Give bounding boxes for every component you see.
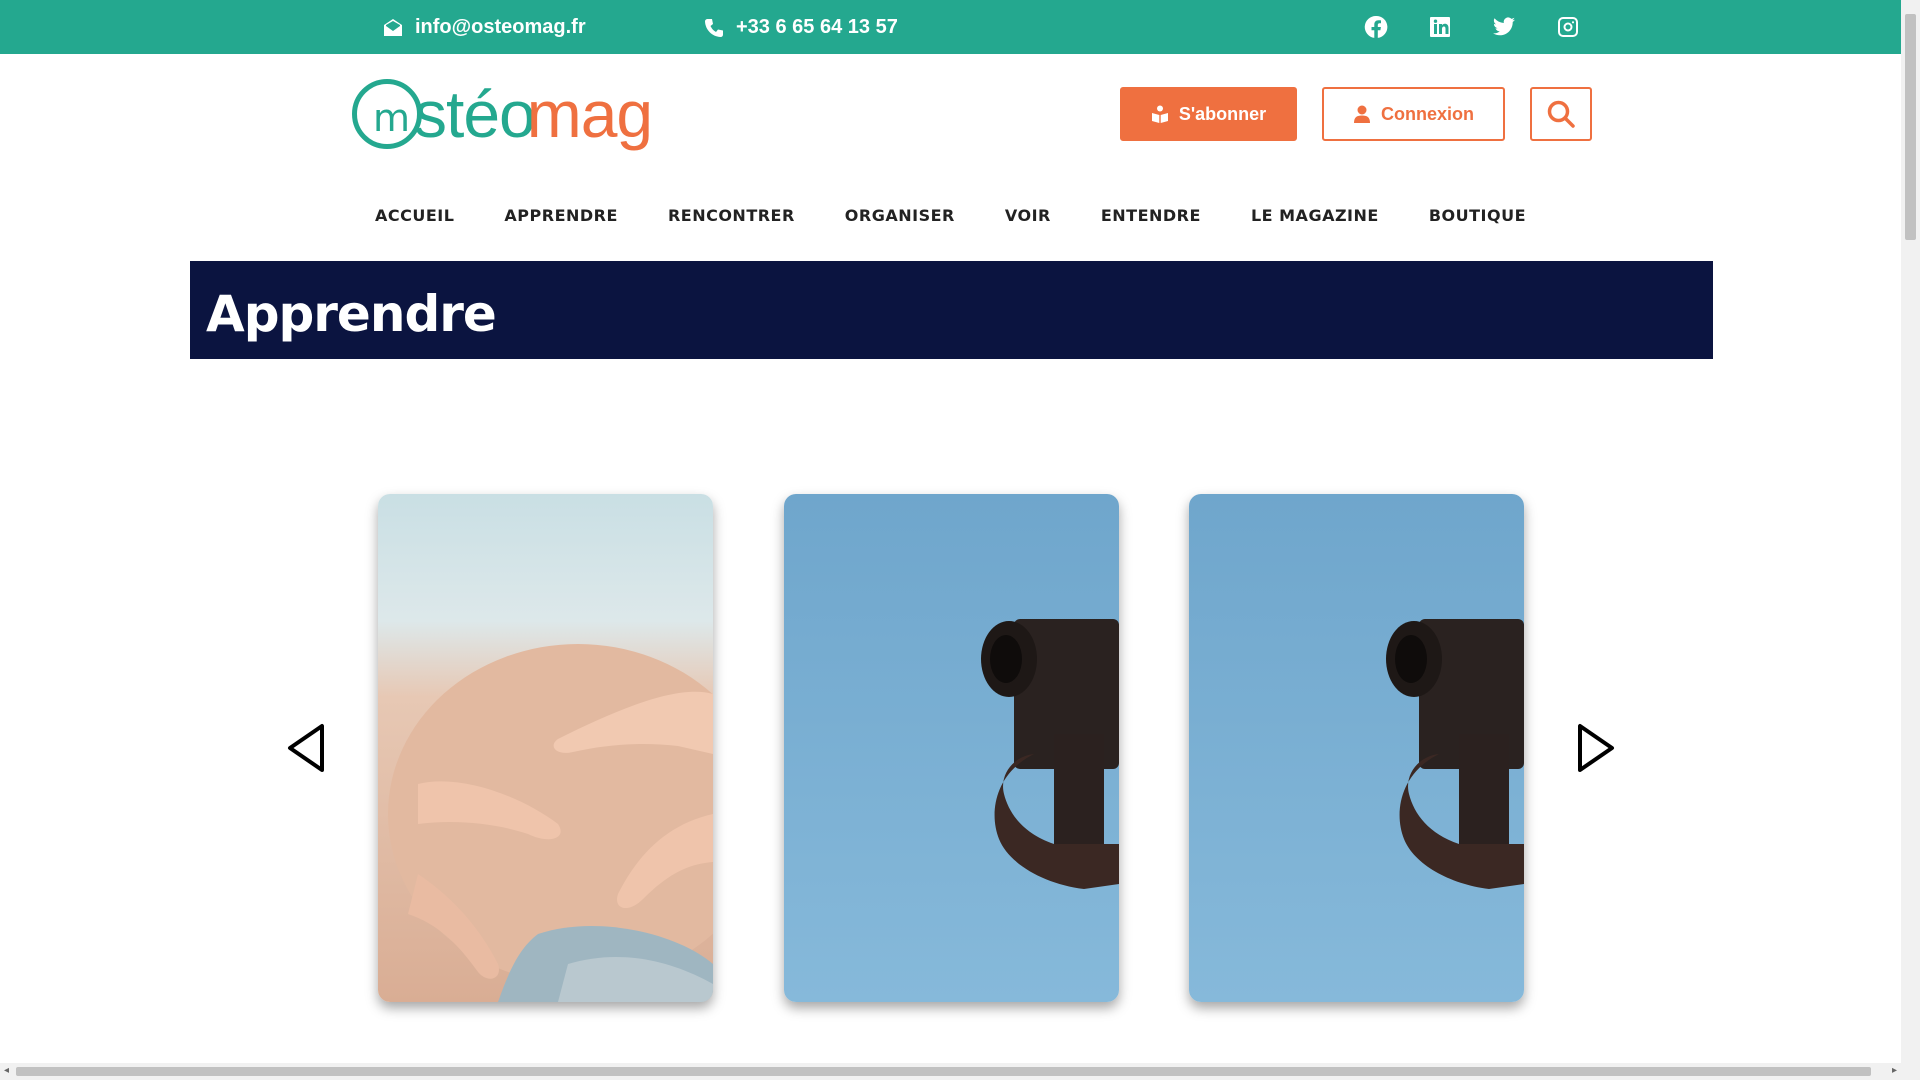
search-button[interactable] [1530,87,1592,141]
login-label: Connexion [1381,103,1474,124]
subscribe-button[interactable]: S'abonner [1120,87,1297,141]
linkedin-icon[interactable] [1428,15,1452,39]
vertical-scroll-thumb[interactable] [1905,14,1916,240]
book-icon [1151,105,1168,123]
carousel-next-button[interactable] [1574,722,1618,774]
instagram-icon[interactable] [1556,15,1580,39]
nav-item-apprendre[interactable]: APPRENDRE [504,206,618,225]
main-nav: ACCUEIL APPRENDRE RENCONTRER ORGANISER V… [0,206,1901,225]
nav-item-entendre[interactable]: ENTENDRE [1101,206,1201,225]
top-bar: info@osteomag.fr +33 6 65 64 13 57 [0,0,1901,54]
page-title-banner: Apprendre [190,261,1713,359]
user-icon [1354,105,1370,123]
carousel-card[interactable] [1189,494,1524,1002]
facebook-icon[interactable] [1364,15,1388,39]
nav-item-boutique[interactable]: BOUTIQUE [1429,206,1526,225]
triangle-left-icon [288,724,324,772]
triangle-right-icon [1578,724,1614,772]
site-logo[interactable]: m stéo mag [352,74,653,154]
search-icon [1547,100,1575,128]
carousel-prev-button[interactable] [284,722,328,774]
logo-text-part1: stéo [414,77,536,151]
nav-item-accueil[interactable]: ACCUEIL [375,206,454,225]
logo-mark: m [352,79,422,149]
carousel-card[interactable] [784,494,1119,1002]
carousel-card[interactable] [378,494,713,1002]
scroll-right-arrow-icon[interactable]: ▸ [1892,1065,1897,1076]
nav-item-organiser[interactable]: ORGANISER [845,206,955,225]
email-link[interactable]: info@osteomag.fr [383,16,586,39]
page-title: Apprendre [206,285,497,343]
phone-link[interactable]: +33 6 65 64 13 57 [704,16,898,39]
email-text: info@osteomag.fr [415,16,586,38]
phone-icon [705,18,723,37]
vertical-scrollbar[interactable] [1901,0,1920,1080]
massage-photo [378,494,713,1002]
nav-item-rencontrer[interactable]: RENCONTRER [668,206,795,225]
envelope-icon [384,18,402,36]
login-button[interactable]: Connexion [1322,87,1505,141]
camera-photo [1189,494,1524,1002]
nav-item-voir[interactable]: VOIR [1005,206,1051,225]
social-links [1364,15,1580,39]
camera-photo [784,494,1119,1002]
subscribe-label: S'abonner [1178,103,1267,124]
horizontal-scroll-thumb[interactable] [16,1067,1871,1076]
horizontal-scrollbar[interactable]: ◂ ▸ [0,1063,1901,1080]
scroll-left-arrow-icon[interactable]: ◂ [4,1065,9,1076]
twitter-icon[interactable] [1492,15,1516,39]
logo-text-part2: mag [526,77,653,151]
phone-text: +33 6 65 64 13 57 [736,16,898,38]
nav-item-le-magazine[interactable]: LE MAGAZINE [1251,206,1379,225]
